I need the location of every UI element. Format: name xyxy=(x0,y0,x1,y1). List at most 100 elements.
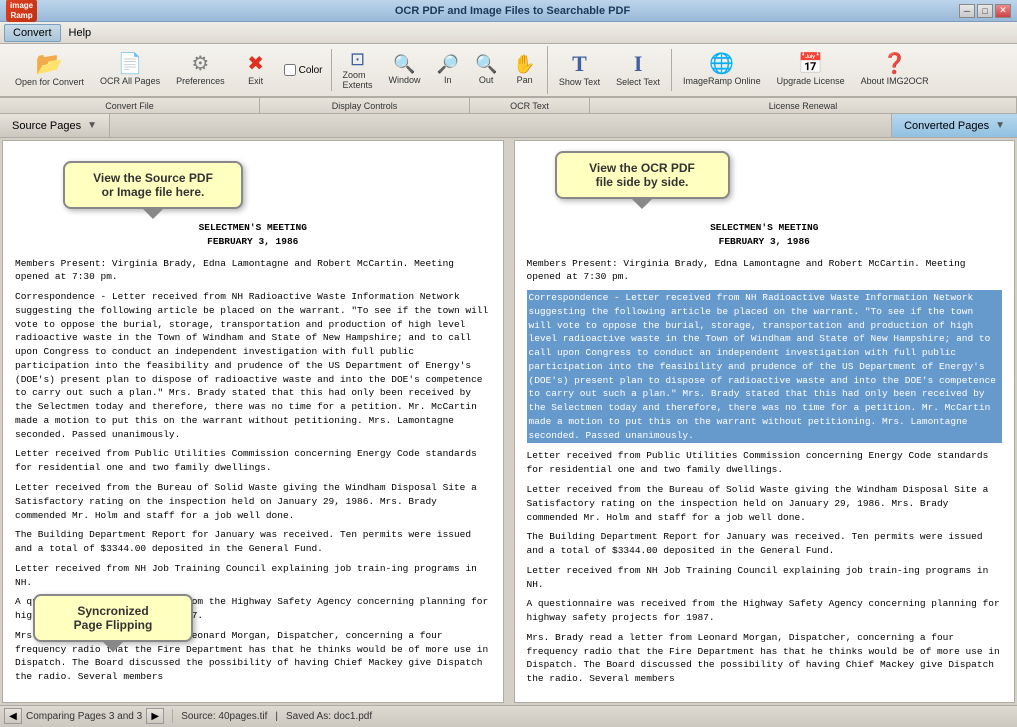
zoom-extents-icon: ⊡ xyxy=(350,50,365,68)
app-logo: imageRamp xyxy=(6,0,37,22)
upgrade-license-button[interactable]: 📅 Upgrade License xyxy=(770,50,852,90)
maximize-button[interactable]: □ xyxy=(977,4,993,18)
source-pages-tab[interactable]: Source Pages ▼ xyxy=(0,114,110,137)
source-paragraph-4: The Building Department Report for Janua… xyxy=(15,528,491,556)
open-for-convert-button[interactable]: 📂 Open for Convert xyxy=(8,49,91,91)
zoom-in-button[interactable]: 🔎 In xyxy=(430,51,466,89)
preferences-label: Preferences xyxy=(176,76,225,86)
sync-callout-text: Syncronized Page Flipping xyxy=(74,604,153,632)
toolbar-display-controls: ⊡ ZoomExtents 🔍 Window 🔎 In 🔍 Out ✋ Pan xyxy=(332,46,548,94)
color-checkbox-group: Color xyxy=(280,64,327,76)
ocr-paragraph-3: Letter received from the Bureau of Solid… xyxy=(527,483,1003,524)
toolbar-labels: Convert File Display Controls OCR Text L… xyxy=(0,98,1017,114)
exit-label: Exit xyxy=(248,76,263,86)
ocr-title2: FEBRUARY 3, 1986 xyxy=(527,235,1003,249)
menu-help[interactable]: Help xyxy=(61,25,100,41)
converted-pages-label: Converted Pages xyxy=(904,120,989,132)
license-renewal-label: License Renewal xyxy=(590,98,1017,113)
toolbar-ocr-text: T Show Text I Select Text xyxy=(548,49,672,91)
ocr-panel-content[interactable]: SELECTMEN'S MEETING FEBRUARY 3, 1986 Mem… xyxy=(515,141,1015,702)
source-panel: View the Source PDF or Image file here. … xyxy=(2,140,504,703)
upgrade-license-label: Upgrade License xyxy=(777,76,845,86)
calendar-icon: 📅 xyxy=(798,54,823,74)
next-page-button[interactable]: ▶ xyxy=(146,708,164,724)
menu-bar: Convert Help xyxy=(0,22,1017,44)
source-paragraph-1: Correspondence - Letter received from NH… xyxy=(15,290,491,441)
window-button[interactable]: 🔍 Window xyxy=(382,51,428,89)
source-paragraph-0: Members Present: Virginia Brady, Edna La… xyxy=(15,257,491,285)
status-bar: ◀ Comparing Pages 3 and 3 ▶ Source: 40pa… xyxy=(0,705,1017,727)
panels-header: Source Pages ▼ Converted Pages ▼ xyxy=(0,114,1017,138)
ocr-all-pages-label: OCR All Pages xyxy=(100,76,160,86)
zoom-extents-label: ZoomExtents xyxy=(343,70,373,90)
window-icon: 🔍 xyxy=(393,55,415,73)
folder-icon: 📂 xyxy=(36,53,63,75)
ocr-paragraph-7: Mrs. Brady read a letter from Leonard Mo… xyxy=(527,631,1003,686)
pan-icon: ✋ xyxy=(513,55,535,73)
imageramp-online-label: ImageRamp Online xyxy=(683,76,761,86)
ocr-paragraph-0: Members Present: Virginia Brady, Edna La… xyxy=(527,257,1003,285)
ocr-paragraphs: Members Present: Virginia Brady, Edna La… xyxy=(527,257,1003,686)
zoom-out-button[interactable]: 🔍 Out xyxy=(468,51,504,89)
panel-header-spacer xyxy=(110,114,891,137)
ocr-callout: View the OCR PDF file side by side. xyxy=(555,151,730,199)
zoom-in-icon: 🔎 xyxy=(437,55,459,73)
source-pages-label: Source Pages xyxy=(12,120,81,132)
zoom-in-label: In xyxy=(444,75,452,85)
exit-icon: ✖ xyxy=(247,54,264,74)
panel-divider[interactable] xyxy=(506,138,512,705)
source-tab-arrow: ▼ xyxy=(87,120,97,131)
gear-icon: ⚙ xyxy=(191,54,209,74)
exit-button[interactable]: ✖ Exit xyxy=(234,50,278,90)
display-controls-label: Display Controls xyxy=(260,98,470,113)
color-label: Color xyxy=(299,65,323,76)
color-checkbox[interactable] xyxy=(284,64,296,76)
prev-page-button[interactable]: ◀ xyxy=(4,708,22,724)
comparing-pages-label: Comparing Pages 3 and 3 xyxy=(26,711,142,722)
zoom-out-label: Out xyxy=(479,75,494,85)
pan-button[interactable]: ✋ Pan xyxy=(506,51,542,89)
source-paragraph-5: Letter received from NH Job Training Cou… xyxy=(15,562,491,590)
saved-as-label: Saved As: doc1.pdf xyxy=(286,711,372,722)
pan-label: Pan xyxy=(517,75,533,85)
toolbar-license-renewal: 🌐 ImageRamp Online 📅 Upgrade License ❓ A… xyxy=(672,50,940,90)
ocr-callout-text: View the OCR PDF file side by side. xyxy=(589,161,695,189)
window-controls: ─ □ ✕ xyxy=(959,4,1011,18)
close-button[interactable]: ✕ xyxy=(995,4,1011,18)
about-img2ocr-label: About IMG2OCR xyxy=(861,76,929,86)
ocr-paragraph-2: Letter received from Public Utilities Co… xyxy=(527,449,1003,477)
show-text-icon: T xyxy=(572,53,587,75)
preferences-button[interactable]: ⚙ Preferences xyxy=(169,50,232,90)
ocr-paragraph-1: Correspondence - Letter received from NH… xyxy=(527,290,1003,443)
imageramp-online-button[interactable]: 🌐 ImageRamp Online xyxy=(676,50,768,90)
ocr-paragraph-4: The Building Department Report for Janua… xyxy=(527,530,1003,558)
ocr-paragraph-5: Letter received from NH Job Training Cou… xyxy=(527,564,1003,592)
ocr-title1: SELECTMEN'S MEETING xyxy=(527,221,1003,235)
ocr-panel: View the OCR PDF file side by side. SELE… xyxy=(514,140,1016,703)
panels-content: View the Source PDF or Image file here. … xyxy=(0,138,1017,705)
sync-callout: Syncronized Page Flipping xyxy=(33,594,193,642)
select-text-icon: I xyxy=(634,53,643,75)
minimize-button[interactable]: ─ xyxy=(959,4,975,18)
globe-icon: 🌐 xyxy=(709,54,734,74)
toolbar-convert-file: 📂 Open for Convert 📄 OCR All Pages ⚙ Pre… xyxy=(4,49,332,91)
select-text-label: Select Text xyxy=(616,77,660,87)
source-title1: SELECTMEN'S MEETING xyxy=(15,221,491,235)
zoom-out-icon: 🔍 xyxy=(475,55,497,73)
source-callout: View the Source PDF or Image file here. xyxy=(63,161,243,209)
zoom-extents-button[interactable]: ⊡ ZoomExtents xyxy=(336,46,380,94)
source-paragraph-2: Letter received from Public Utilities Co… xyxy=(15,447,491,475)
converted-pages-tab[interactable]: Converted Pages ▼ xyxy=(891,114,1017,137)
open-for-convert-label: Open for Convert xyxy=(15,77,84,87)
source-title2: FEBRUARY 3, 1986 xyxy=(15,235,491,249)
converted-tab-arrow: ▼ xyxy=(995,120,1005,131)
select-text-button[interactable]: I Select Text xyxy=(609,49,667,91)
menu-convert[interactable]: Convert xyxy=(4,24,61,42)
status-separator: | xyxy=(275,711,278,722)
show-text-button[interactable]: T Show Text xyxy=(552,49,607,91)
app-title: OCR PDF and Image Files to Searchable PD… xyxy=(66,5,959,17)
convert-file-label: Convert File xyxy=(0,98,260,113)
title-bar: imageRamp OCR PDF and Image Files to Sea… xyxy=(0,0,1017,22)
ocr-all-pages-button[interactable]: 📄 OCR All Pages xyxy=(93,50,167,90)
about-img2ocr-button[interactable]: ❓ About IMG2OCR xyxy=(854,50,936,90)
